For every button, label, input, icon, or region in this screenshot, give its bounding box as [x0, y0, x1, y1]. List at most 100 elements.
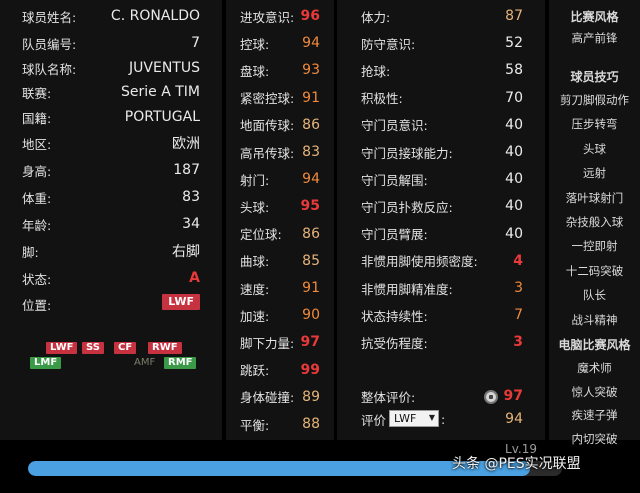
- ai-style-item: 惊人突破: [571, 384, 618, 399]
- attack-stat-label: 脚下力量:: [240, 335, 295, 351]
- condition-label: 状态:: [22, 271, 52, 287]
- attack-stat-row: 射门: 94: [226, 169, 334, 189]
- attack-stat-label: 速度:: [240, 281, 270, 297]
- pos-tag-ss: SS: [82, 342, 104, 354]
- attack-stat-row: 地面传球: 86: [226, 115, 334, 135]
- pos-tag-amf: AMF: [134, 357, 156, 368]
- skill-item: 远射: [583, 166, 606, 181]
- other-stat-value: 40: [505, 198, 523, 215]
- other-stat-row: 抢球: 58: [337, 60, 545, 80]
- attack-stat-label: 进攻意识:: [240, 9, 295, 25]
- attack-stat-value: 94: [302, 35, 320, 52]
- height-label: 身高:: [22, 163, 52, 179]
- skills-title: 球员技巧: [570, 70, 619, 84]
- info-row-age: 年龄: 34: [0, 214, 222, 234]
- other-stat-row: 非惯用脚使用频密度: 4: [337, 251, 545, 271]
- other-stat-row: 非惯用脚精准度: 3: [337, 278, 545, 298]
- other-stat-value: 87: [505, 8, 523, 24]
- attack-stat-row: 头球: 95: [226, 196, 334, 216]
- player-foot: 右脚: [172, 244, 200, 260]
- info-row-foot: 脚: 右脚: [0, 241, 222, 261]
- other-stat-row: 守门员解围: 40: [337, 169, 545, 189]
- attack-stat-label: 射门:: [240, 172, 270, 188]
- skill-item: 剪刀脚假动作: [560, 93, 629, 107]
- attack-stat-label: 曲球:: [240, 254, 270, 270]
- other-stat-label: 状态持续性:: [361, 308, 428, 324]
- attack-stat-value: 97: [300, 334, 320, 351]
- rating-row: 评价 : 94: [337, 409, 545, 429]
- ai-style-item: 内切突破: [571, 431, 618, 446]
- attack-stat-row: 定位球: 86: [226, 224, 334, 244]
- player-height: 187: [173, 162, 200, 178]
- position-label: 位置:: [22, 297, 52, 313]
- pos-tag-rwf: RWF: [148, 342, 182, 354]
- skill-item: 队长: [583, 288, 606, 303]
- skill-item: 压步转弯: [571, 117, 618, 132]
- region-label: 地区:: [22, 136, 52, 152]
- attack-stat-row: 盘球: 93: [226, 60, 334, 80]
- player-team: JUVENTUS: [129, 60, 200, 76]
- other-stat-value: 3: [513, 334, 523, 351]
- attack-stat-label: 紧密控球:: [240, 91, 295, 107]
- position-map: LWF SS CF RWF LMF AMF RMF: [30, 342, 200, 382]
- attack-stat-label: 跳跃:: [240, 363, 270, 379]
- rating-colon: :: [441, 411, 446, 427]
- attack-stat-row: 进攻意识: 96: [226, 6, 334, 26]
- other-stat-label: 守门员臂展:: [361, 227, 428, 243]
- attack-stat-value: 91: [302, 280, 320, 296]
- attack-stat-value: 86: [302, 225, 320, 242]
- player-age: 34: [182, 216, 200, 232]
- rating-badge-icon: [484, 390, 498, 404]
- pos-tag-lwf: LWF: [46, 342, 78, 354]
- other-stat-row: 积极性: 70: [337, 88, 545, 108]
- other-stat-row: 守门员扑救反应: 40: [337, 196, 545, 216]
- skill-item: 杂技般入球: [565, 215, 624, 229]
- other-stat-value: 4: [513, 252, 523, 269]
- skill-item: 一控即射: [571, 239, 618, 254]
- name-label: 球员姓名:: [22, 9, 77, 25]
- overall-label: 整体评价:: [361, 389, 416, 405]
- attack-stat-row: 控球: 94: [226, 33, 334, 53]
- player-number: 7: [191, 35, 200, 51]
- foot-label: 脚:: [22, 244, 39, 260]
- attack-stat-row: 加速: 90: [226, 305, 334, 325]
- other-stat-label: 守门员接球能力:: [361, 145, 453, 161]
- attack-stat-value: 83: [302, 144, 320, 160]
- rating-value: 94: [505, 411, 523, 427]
- attack-stat-value: 85: [302, 252, 320, 269]
- player-info-panel: 球员姓名: C. RONALDO 队员编号: 7 球队名称: JUVENTUS …: [0, 0, 222, 440]
- other-stat-value: 52: [505, 35, 523, 52]
- attack-stat-value: 95: [300, 198, 320, 215]
- other-stat-row: 状态持续性: 7: [337, 305, 545, 325]
- other-stat-label: 抢球:: [361, 63, 391, 79]
- attack-stat-value: 88: [302, 416, 320, 432]
- other-stat-label: 积极性:: [361, 91, 403, 107]
- player-name: C. RONALDO: [110, 8, 200, 24]
- attack-stat-row: 高吊传球: 83: [226, 142, 334, 162]
- attack-stat-label: 高吊传球:: [240, 145, 295, 161]
- other-stat-value: 7: [514, 307, 523, 324]
- other-stat-label: 非惯用脚使用频密度:: [361, 254, 478, 270]
- overall-row: 整体评价: 97: [337, 386, 545, 406]
- player-region: 欧洲: [172, 136, 200, 152]
- info-row-name: 球员姓名: C. RONALDO: [0, 6, 222, 26]
- attack-stat-label: 地面传球:: [240, 118, 295, 134]
- attack-stat-value: 86: [302, 116, 320, 133]
- other-stat-label: 非惯用脚精准度:: [361, 281, 453, 297]
- attack-stat-row: 平衡: 88: [226, 414, 334, 434]
- ai-style-item: 魔术师: [577, 361, 612, 375]
- chevron-down-icon: ▼: [428, 413, 435, 422]
- skill-item: 战斗精神: [571, 312, 618, 327]
- info-row-number: 队员编号: 7: [0, 33, 222, 53]
- rating-label: 评价: [361, 412, 387, 428]
- other-stat-label: 抗受伤程度:: [361, 335, 428, 351]
- attack-stat-label: 定位球:: [240, 227, 282, 243]
- attack-stat-row: 脚下力量: 97: [226, 332, 334, 352]
- rating-position-select[interactable]: LWF ▼: [389, 410, 439, 427]
- age-label: 年龄:: [22, 217, 52, 233]
- other-stat-row: 体力: 87: [337, 6, 545, 26]
- other-stat-row: 守门员意识: 40: [337, 115, 545, 135]
- attack-stat-row: 身体碰撞: 89: [226, 387, 334, 407]
- attack-stat-row: 速度: 91: [226, 278, 334, 298]
- weight-label: 体重:: [22, 190, 52, 206]
